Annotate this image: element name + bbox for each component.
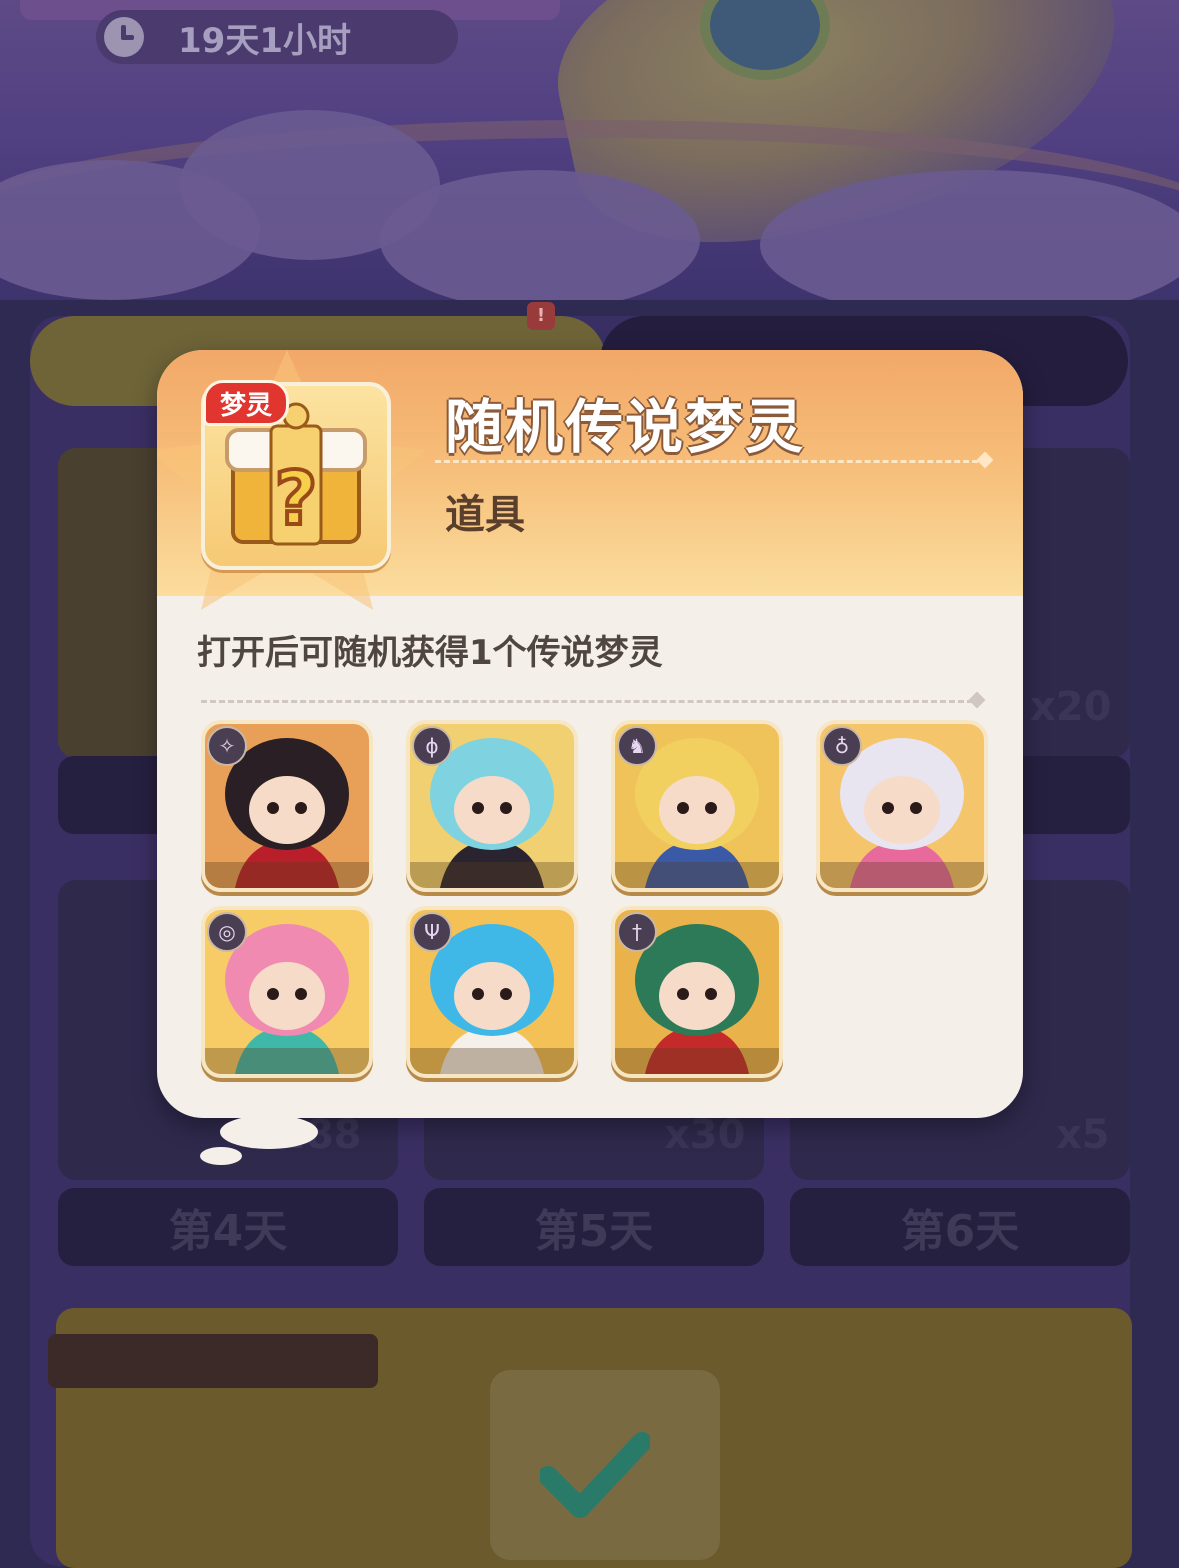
day-quantity: x5 <box>1056 1112 1110 1158</box>
divider-diamond-icon <box>976 451 994 469</box>
item-category-tag: 梦灵 <box>203 380 290 426</box>
timer-text: 19天1小时 <box>178 20 351 61</box>
character-card[interactable]: ✧ <box>201 720 373 892</box>
card-shade <box>410 862 574 888</box>
popup-header: ? 梦灵 随机传说梦灵 道具 <box>157 350 1023 610</box>
dagger-icon: † <box>617 912 657 952</box>
card-shade <box>205 862 369 888</box>
day-label: 第6天 <box>790 1188 1130 1266</box>
character-card[interactable]: † <box>611 906 783 1078</box>
header-divider <box>435 460 987 463</box>
day-quantity: x20 <box>1030 684 1112 730</box>
thought-bubble-decoration <box>220 1115 318 1149</box>
character-card[interactable]: ♞ <box>611 720 783 892</box>
character-card[interactable]: Ψ <box>406 906 578 1078</box>
svg-text:?: ? <box>275 456 318 542</box>
body-divider <box>201 700 973 703</box>
constellation-icon: ✧ <box>207 726 247 766</box>
character-card[interactable]: ◎ <box>201 906 373 1078</box>
thought-bubble-decoration <box>200 1147 242 1165</box>
bunny-icon: ♞ <box>617 726 657 766</box>
paws-icon: Ψ <box>412 912 452 952</box>
day-label: 第5天 <box>424 1188 764 1266</box>
spiral-icon: ◎ <box>207 912 247 952</box>
item-title: 随机传说梦灵 <box>445 393 806 461</box>
staff-icon: ϕ <box>412 726 452 766</box>
day-quantity: x30 <box>664 1112 746 1158</box>
potion-icon: ♁ <box>822 726 862 766</box>
divider-diamond-icon <box>968 691 986 709</box>
item-detail-popup: ? 梦灵 随机传说梦灵 道具 打开后可随机获得1个传说梦灵 ✧ ϕ ♞ ♁ ◎ Ψ † <box>157 350 1023 1118</box>
event-timer: 19天1小时 <box>96 10 458 64</box>
card-shade <box>820 862 984 888</box>
card-shade <box>205 1048 369 1074</box>
day-label: 第4天 <box>58 1188 398 1266</box>
card-shade <box>615 862 779 888</box>
clock-icon <box>104 17 144 57</box>
cloud-decoration <box>380 170 700 300</box>
character-card[interactable]: ϕ <box>406 720 578 892</box>
check-icon <box>540 1432 650 1518</box>
grand-reward-banner <box>48 1334 378 1388</box>
background-header: 19天1小时 <box>0 0 1179 300</box>
card-shade <box>410 1048 574 1074</box>
character-card[interactable]: ♁ <box>816 720 988 892</box>
card-shade <box>615 1048 779 1074</box>
item-description: 打开后可随机获得1个传说梦灵 <box>197 633 663 673</box>
alert-badge: ! <box>527 302 555 330</box>
item-type: 道具 <box>445 492 525 538</box>
